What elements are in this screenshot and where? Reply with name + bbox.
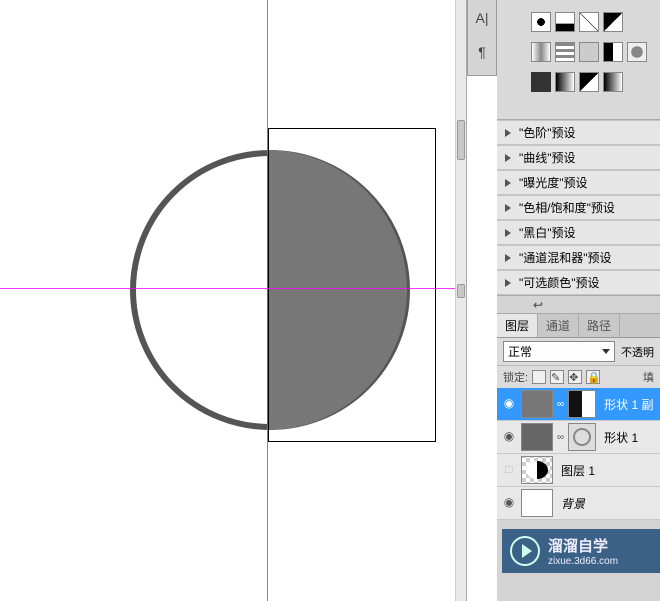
preset-hsl[interactable]: "色相/饱和度"预设 bbox=[497, 195, 660, 220]
chevron-right-icon bbox=[505, 179, 511, 187]
transform-bounding-box[interactable] bbox=[268, 128, 436, 442]
lock-transparent-icon[interactable] bbox=[532, 370, 546, 384]
guide-vertical[interactable] bbox=[267, 0, 268, 601]
watermark-text: 溜溜自学 zixue.3d66.com bbox=[548, 535, 618, 567]
canvas[interactable] bbox=[0, 0, 455, 601]
chevron-right-icon bbox=[505, 254, 511, 262]
play-icon bbox=[510, 536, 540, 566]
exposure-icon[interactable] bbox=[603, 12, 623, 32]
lock-label: 锁定: bbox=[503, 369, 528, 385]
adjustments-panel bbox=[497, 0, 660, 120]
chevron-down-icon bbox=[602, 349, 610, 354]
layer-name: 背景 bbox=[557, 495, 585, 512]
posterize-icon[interactable] bbox=[555, 72, 575, 92]
chevron-right-icon bbox=[505, 279, 511, 287]
blend-mode-value: 正常 bbox=[508, 343, 532, 360]
blend-mode-select[interactable]: 正常 bbox=[503, 341, 615, 362]
lock-row: 锁定: ✎ ✥ 🔒 填 bbox=[497, 366, 660, 388]
mask-link-icon[interactable]: ∞ bbox=[557, 399, 564, 410]
panels-right: "色阶"预设 "曲线"预设 "曝光度"预设 "色相/饱和度"预设 "黑白"预设 … bbox=[497, 0, 660, 601]
threshold-icon[interactable] bbox=[579, 72, 599, 92]
guide-horizontal[interactable] bbox=[0, 288, 455, 289]
preset-exposure[interactable]: "曝光度"预设 bbox=[497, 170, 660, 195]
preset-label: "曝光度"预设 bbox=[519, 174, 588, 191]
vibrance-icon[interactable] bbox=[531, 42, 551, 62]
lock-position-icon[interactable]: ✥ bbox=[568, 370, 582, 384]
color-balance-icon[interactable] bbox=[579, 42, 599, 62]
layer-row-background[interactable]: ◉ 背景 bbox=[497, 487, 660, 520]
lock-all-icon[interactable]: 🔒 bbox=[586, 370, 600, 384]
fill-label: 填 bbox=[643, 369, 654, 385]
preset-label: "色阶"预设 bbox=[519, 124, 576, 141]
layers-panel-tabs: 图层 通道 路径 bbox=[497, 313, 660, 338]
chevron-right-icon bbox=[505, 229, 511, 237]
layer-thumbnail[interactable] bbox=[521, 423, 553, 451]
preset-selective-color[interactable]: "可选颜色"预设 bbox=[497, 270, 660, 295]
adjustment-presets-list: "色阶"预设 "曲线"预设 "曝光度"预设 "色相/饱和度"预设 "黑白"预设 … bbox=[497, 120, 660, 295]
vector-mask-thumbnail[interactable] bbox=[568, 390, 596, 418]
layer-thumbnail[interactable] bbox=[521, 456, 553, 484]
scrollbar-thumb[interactable] bbox=[457, 120, 465, 160]
chevron-right-icon bbox=[505, 204, 511, 212]
levels-icon[interactable] bbox=[555, 12, 575, 32]
hue-saturation-icon[interactable] bbox=[555, 42, 575, 62]
preset-curves[interactable]: "曲线"预设 bbox=[497, 145, 660, 170]
preset-label: "色相/饱和度"预设 bbox=[519, 199, 615, 216]
preset-label: "可选颜色"预设 bbox=[519, 274, 600, 291]
layer-name: 形状 1 副 bbox=[600, 396, 653, 413]
tab-paths[interactable]: 路径 bbox=[579, 314, 620, 337]
tab-channels[interactable]: 通道 bbox=[538, 314, 579, 337]
visibility-toggle-icon[interactable]: ◉ bbox=[501, 429, 517, 445]
layer-thumbnail[interactable] bbox=[521, 489, 553, 517]
chevron-right-icon bbox=[505, 154, 511, 162]
layer-name: 图层 1 bbox=[557, 462, 595, 479]
character-toolbar: A| ¶ bbox=[467, 0, 497, 76]
curves-icon[interactable] bbox=[579, 12, 599, 32]
gradient-map-icon[interactable] bbox=[603, 72, 623, 92]
preset-bw[interactable]: "黑白"预设 bbox=[497, 220, 660, 245]
black-white-icon[interactable] bbox=[603, 42, 623, 62]
chevron-right-icon bbox=[505, 129, 511, 137]
panel-footer: ↩ bbox=[497, 295, 660, 313]
layers-list: ◉ ∞ 形状 1 副 ◉ ∞ 形状 1 □ 图层 1 ◉ 背景 bbox=[497, 388, 660, 520]
vector-mask-thumbnail[interactable] bbox=[568, 423, 596, 451]
watermark: 溜溜自学 zixue.3d66.com bbox=[502, 529, 660, 573]
preset-label: "曲线"预设 bbox=[519, 149, 576, 166]
visibility-toggle-icon[interactable]: ◉ bbox=[501, 396, 517, 412]
invert-icon[interactable] bbox=[531, 72, 551, 92]
scrollbar-vertical[interactable] bbox=[455, 0, 467, 601]
tab-layers[interactable]: 图层 bbox=[497, 314, 538, 337]
mask-link-icon[interactable]: ∞ bbox=[557, 432, 564, 443]
watermark-subtitle: zixue.3d66.com bbox=[548, 556, 618, 567]
preset-levels[interactable]: "色阶"预设 bbox=[497, 120, 660, 145]
adjustment-return-icon[interactable]: ↩ bbox=[533, 298, 543, 312]
watermark-title: 溜溜自学 bbox=[548, 535, 618, 556]
photo-filter-icon[interactable] bbox=[627, 42, 647, 62]
paragraph-panel-icon[interactable]: ¶ bbox=[468, 40, 496, 68]
layer-row-shape1-copy[interactable]: ◉ ∞ 形状 1 副 bbox=[497, 388, 660, 421]
preset-label: "通道混和器"预设 bbox=[519, 249, 612, 266]
layer-row-shape1[interactable]: ◉ ∞ 形状 1 bbox=[497, 421, 660, 454]
brightness-contrast-icon[interactable] bbox=[531, 12, 551, 32]
blend-mode-row: 正常 不透明 bbox=[497, 338, 660, 366]
layer-row-layer1[interactable]: □ 图层 1 bbox=[497, 454, 660, 487]
visibility-toggle-icon[interactable]: ◉ bbox=[501, 495, 517, 511]
visibility-toggle-icon[interactable]: □ bbox=[501, 462, 517, 478]
lock-pixels-icon[interactable]: ✎ bbox=[550, 370, 564, 384]
scrollbar-thumb[interactable] bbox=[457, 284, 465, 298]
preset-label: "黑白"预设 bbox=[519, 224, 576, 241]
preset-channel-mixer[interactable]: "通道混和器"预设 bbox=[497, 245, 660, 270]
opacity-label: 不透明 bbox=[621, 344, 654, 360]
character-panel-icon[interactable]: A| bbox=[468, 6, 496, 34]
layer-name: 形状 1 bbox=[600, 429, 638, 446]
layer-thumbnail[interactable] bbox=[521, 390, 553, 418]
